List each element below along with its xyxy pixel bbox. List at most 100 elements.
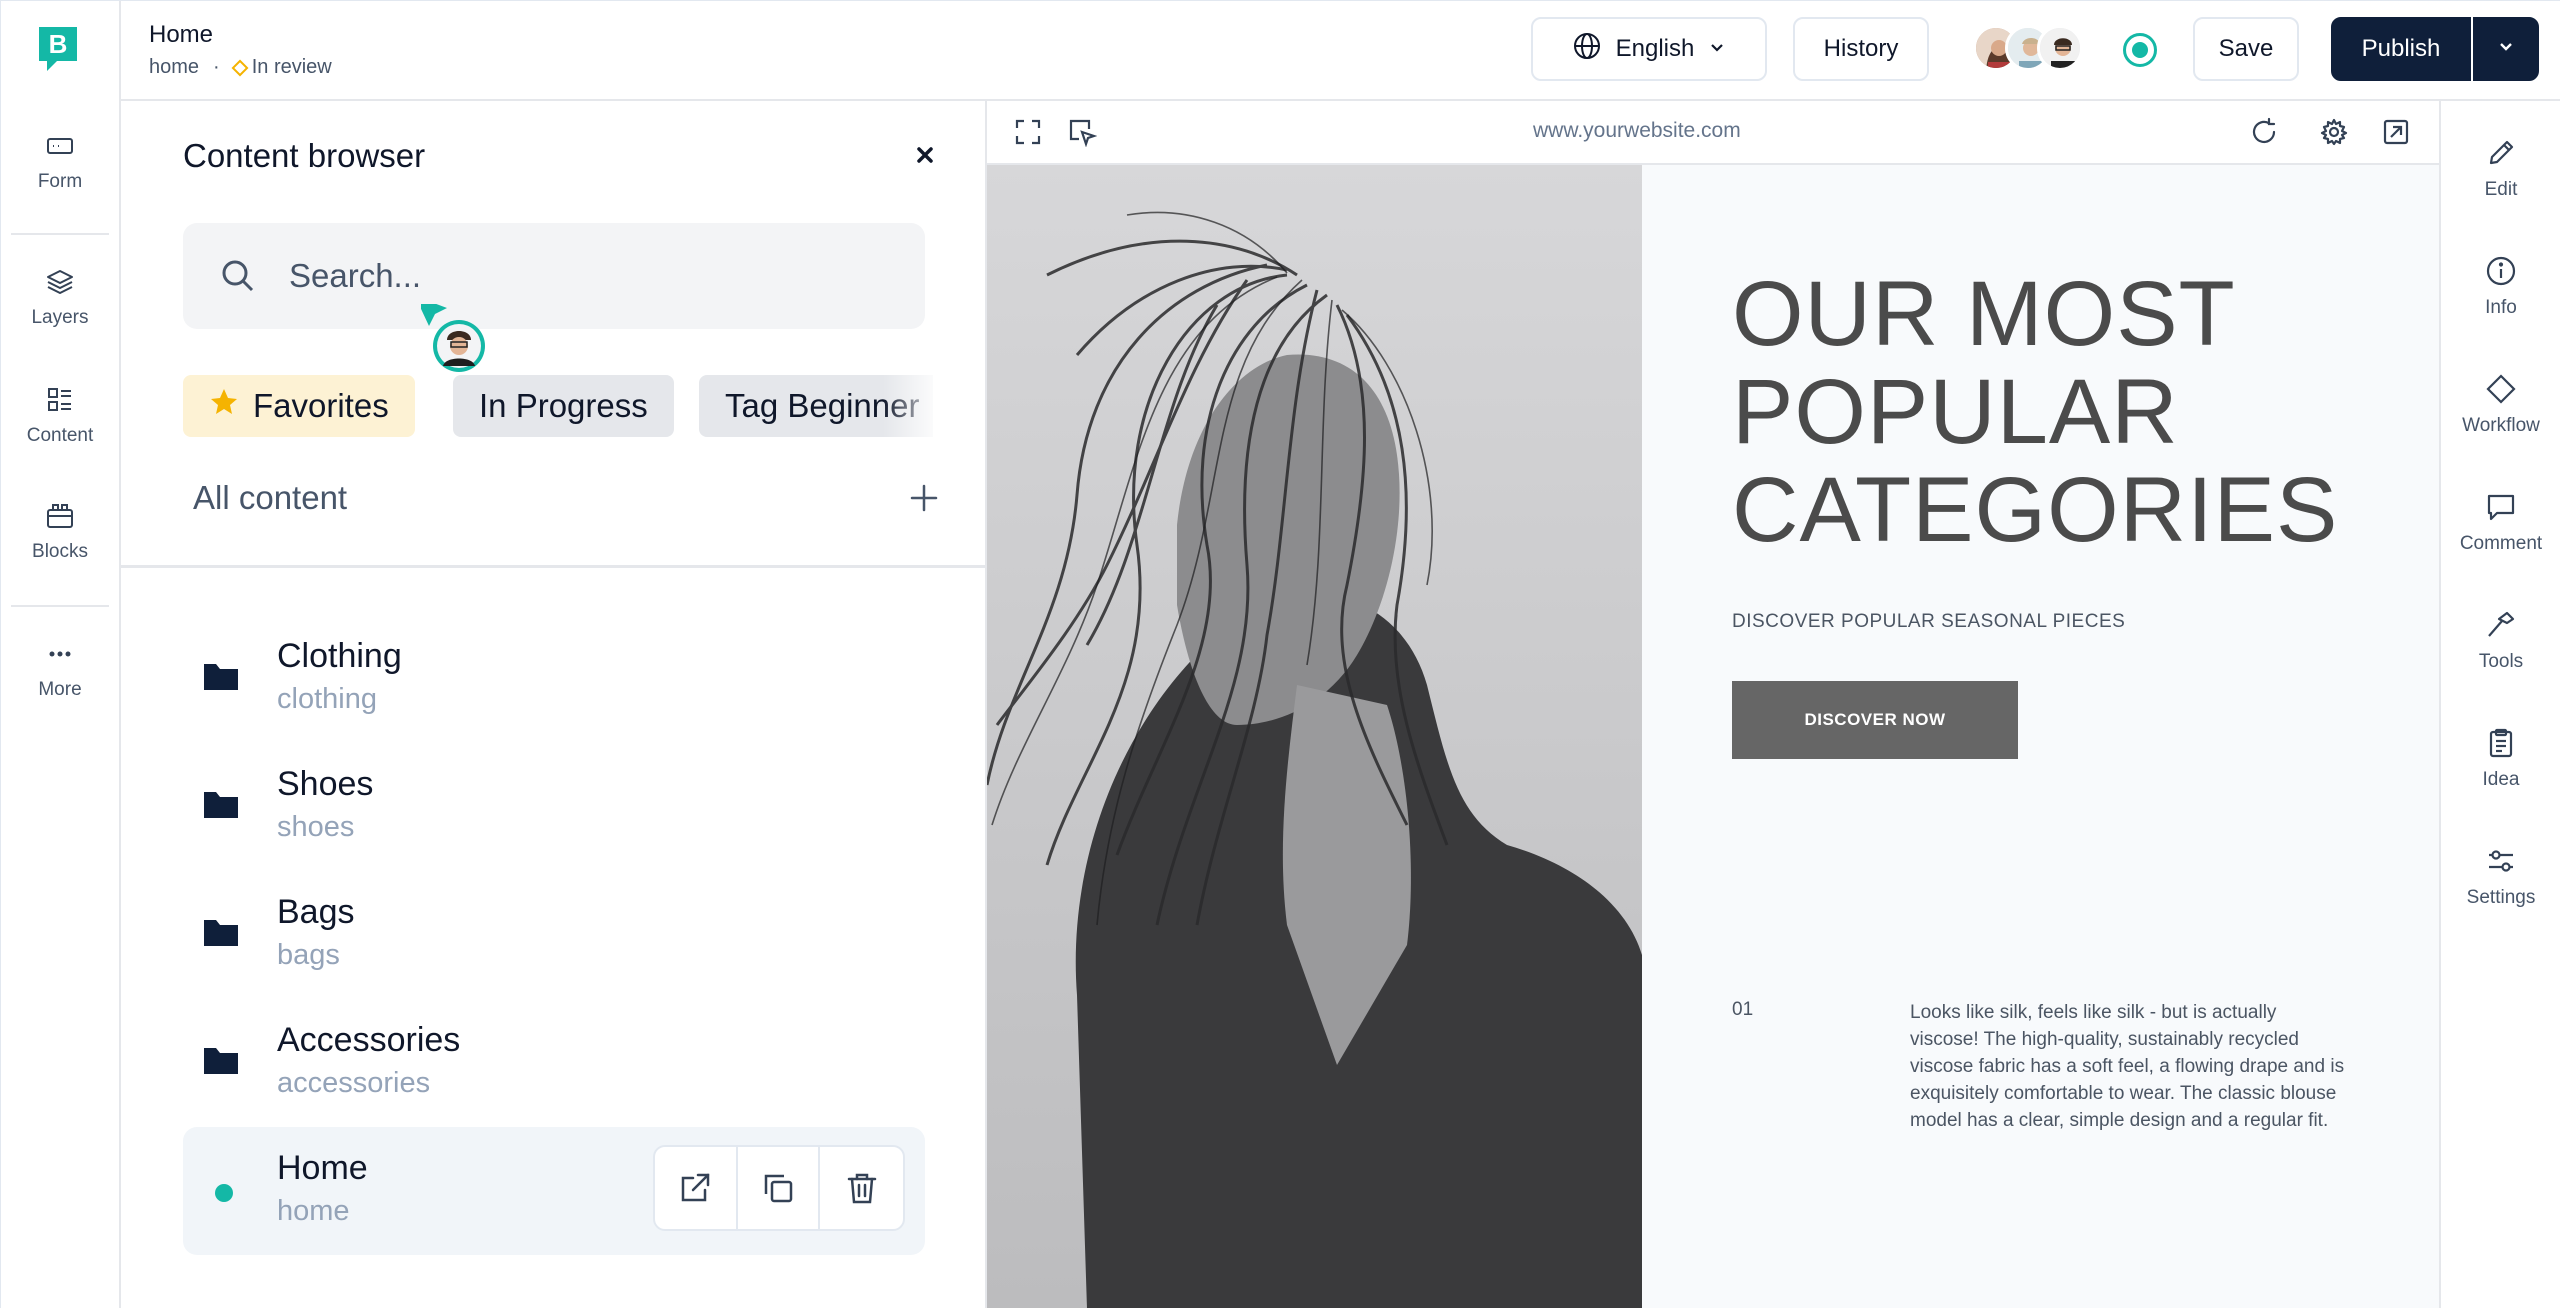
list-item-clothing[interactable]: Clothing clothing	[183, 615, 925, 743]
rail-label: Content	[26, 425, 94, 446]
rail-label: Form	[37, 171, 83, 192]
rail-label: Comment	[2459, 533, 2543, 554]
svg-text:B: B	[49, 29, 68, 59]
meta-separator: ·	[213, 56, 220, 78]
rail-label: Blocks	[32, 541, 88, 562]
open-new-window-icon[interactable]	[2381, 117, 2411, 147]
rail-item-content[interactable]: Content	[1, 385, 119, 447]
app-logo[interactable]: B	[37, 25, 81, 73]
clipboard-icon	[2485, 727, 2517, 759]
filter-chips: Favorites In Progress Tag Beginner	[183, 375, 933, 437]
refresh-icon[interactable]	[2249, 117, 2279, 147]
search-icon	[219, 257, 257, 295]
rail-label: Tools	[2478, 651, 2524, 672]
active-dot	[215, 1184, 233, 1202]
folder-icon	[203, 789, 239, 821]
item-slug: shoes	[277, 811, 355, 843]
blocks-icon	[45, 501, 75, 531]
page-slug: home	[149, 56, 200, 78]
more-icon	[45, 639, 75, 669]
language-select[interactable]: English	[1531, 17, 1767, 81]
trash-icon[interactable]	[820, 1147, 903, 1229]
page-title: Home	[149, 21, 214, 48]
list-item-home[interactable]: Home home	[183, 1127, 925, 1255]
rail-item-info[interactable]: Info	[2441, 255, 2560, 319]
rail-item-tools[interactable]: Tools	[2441, 609, 2560, 673]
content-browser-panel: Content browser Search... Favorites In P…	[121, 101, 987, 1308]
gear-icon[interactable]	[2319, 117, 2349, 147]
chip-favorites[interactable]: Favorites	[183, 375, 415, 437]
panel-divider	[121, 565, 987, 568]
rail-item-idea[interactable]: Idea	[2441, 727, 2560, 791]
language-label: English	[1615, 35, 1695, 62]
hero-title-line: POPULAR	[1732, 361, 2179, 463]
close-icon[interactable]	[909, 139, 941, 171]
rail-item-more[interactable]: More	[1, 639, 119, 701]
feature-description: Looks like silk, feels like silk - but i…	[1910, 1002, 2345, 1131]
item-name: Shoes	[277, 765, 374, 803]
chip-label: Favorites	[253, 387, 389, 424]
folder-icon	[203, 1045, 239, 1077]
all-content-label[interactable]: All content	[193, 479, 347, 517]
rail-label: Settings	[2466, 887, 2536, 908]
preview-url: www.yourwebsite.com	[1533, 119, 1741, 142]
open-external-icon[interactable]	[655, 1147, 738, 1229]
info-icon	[2485, 255, 2517, 287]
right-rail: Edit Info Workflow Comment Tools Idea Se…	[2439, 101, 2560, 1308]
search-input[interactable]	[289, 257, 889, 295]
app-window: B Form Layers Content Blocks More Home h…	[0, 0, 2560, 1308]
rail-item-form[interactable]: Form	[1, 131, 119, 193]
rail-item-settings[interactable]: Settings	[2441, 845, 2560, 909]
rail-divider	[11, 605, 109, 607]
hero-title: OUR MOST POPULAR CATEGORIES	[1732, 265, 2432, 559]
search-box[interactable]	[183, 223, 925, 329]
item-name: Home	[277, 1149, 368, 1187]
rail-item-layers[interactable]: Layers	[1, 267, 119, 329]
fullscreen-icon[interactable]	[1013, 117, 1043, 147]
item-name: Bags	[277, 893, 355, 931]
rail-item-comment[interactable]: Comment	[2441, 491, 2560, 555]
list-item-accessories[interactable]: Accessories accessories	[183, 999, 925, 1127]
list-item-shoes[interactable]: Shoes shoes	[183, 743, 925, 871]
rail-label: Layers	[31, 307, 89, 328]
publish-button[interactable]: Publish	[2331, 17, 2471, 81]
rail-label: Info	[2485, 297, 2517, 318]
rail-divider	[11, 233, 109, 235]
chevron-down-icon	[2496, 35, 2516, 63]
rail-item-blocks[interactable]: Blocks	[1, 501, 119, 563]
status-label: In review	[251, 56, 332, 78]
hero-title-line: OUR MOST	[1732, 263, 2236, 365]
live-status-indicator[interactable]	[2123, 33, 2157, 67]
discover-now-button[interactable]: DISCOVER NOW	[1732, 681, 2018, 759]
hero-copy: OUR MOST POPULAR CATEGORIES DISCOVER POP…	[1642, 165, 2439, 1308]
plus-icon[interactable]	[907, 481, 941, 515]
rail-item-workflow[interactable]: Workflow	[2441, 373, 2560, 437]
rail-label: Edit	[2484, 179, 2518, 200]
collaborator-avatars[interactable]	[1973, 25, 2103, 73]
avatar[interactable]	[2037, 25, 2083, 71]
page-preview: www.yourwebsite.com OUR MOST POPULAR CAT…	[987, 101, 2439, 1308]
select-element-icon[interactable]	[1067, 117, 1098, 148]
chip-in-progress[interactable]: In Progress	[453, 375, 674, 437]
rail-label: Idea	[2482, 769, 2520, 790]
save-button[interactable]: Save	[2193, 17, 2299, 81]
item-slug: bags	[277, 939, 340, 971]
diamond-icon	[231, 59, 249, 76]
rail-item-edit[interactable]: Edit	[2441, 137, 2560, 201]
history-button[interactable]: History	[1793, 17, 1929, 81]
item-actions	[653, 1145, 905, 1231]
list-item-bags[interactable]: Bags bags	[183, 871, 925, 999]
hammer-icon	[2485, 609, 2517, 641]
status-badge[interactable]: In review	[231, 56, 332, 79]
preview-toolbar: www.yourwebsite.com	[987, 101, 2439, 165]
panel-title: Content browser	[183, 137, 426, 174]
feature-number: 01	[1732, 999, 1754, 1020]
chips-fade	[883, 375, 933, 437]
item-slug: home	[277, 1195, 350, 1227]
duplicate-icon[interactable]	[738, 1147, 821, 1229]
item-slug: accessories	[277, 1067, 431, 1099]
item-slug: clothing	[277, 683, 377, 715]
publish-options-button[interactable]	[2473, 17, 2539, 81]
folder-icon	[203, 661, 239, 693]
left-rail: B Form Layers Content Blocks More	[1, 1, 121, 1308]
